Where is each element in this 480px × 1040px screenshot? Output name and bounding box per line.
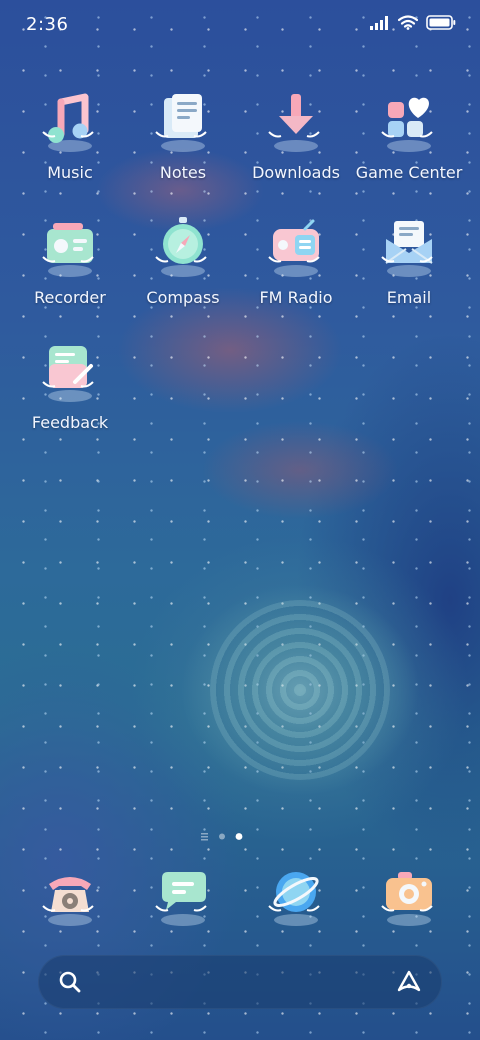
dock: [0, 862, 480, 942]
signal-icon: [370, 15, 390, 34]
dock-messages[interactable]: [127, 862, 239, 932]
page-indicator[interactable]: [0, 830, 480, 844]
app-label: Downloads: [252, 163, 340, 182]
app-label: Email: [386, 288, 432, 307]
dock-browser[interactable]: [240, 862, 352, 932]
status-time: 2:36: [26, 14, 69, 35]
app-downloads[interactable]: Downloads: [240, 88, 352, 182]
browser-icon: [261, 862, 331, 932]
app-label: Compass: [146, 288, 220, 307]
app-email[interactable]: Email: [353, 213, 465, 307]
app-game-center[interactable]: Game Center: [353, 88, 465, 182]
search-icon[interactable]: [58, 970, 82, 998]
phone-icon: [35, 862, 105, 932]
dock-camera[interactable]: [353, 862, 465, 932]
app-fm-radio[interactable]: FM Radio: [240, 213, 352, 307]
status-bar: 2:36: [0, 0, 480, 52]
app-notes[interactable]: Notes: [127, 88, 239, 182]
music-icon: [35, 88, 105, 158]
messages-icon: [148, 862, 218, 932]
app-feedback[interactable]: Feedback: [14, 338, 126, 432]
app-label: Music: [47, 163, 93, 182]
app-label: Feedback: [31, 413, 109, 432]
status-icons: [370, 15, 456, 34]
feedback-icon: [35, 338, 105, 408]
app-label: Recorder: [34, 288, 106, 307]
app-label: FM Radio: [259, 288, 333, 307]
wifi-icon: [397, 15, 419, 34]
recorder-icon: [35, 213, 105, 283]
search-bar[interactable]: [38, 955, 442, 1009]
page-dot-1: [219, 833, 225, 840]
app-compass[interactable]: Compass: [127, 213, 239, 307]
assistant-icon[interactable]: [396, 969, 422, 999]
app-label: Game Center: [355, 163, 463, 182]
page-list-icon: [201, 833, 208, 841]
app-music[interactable]: Music: [14, 88, 126, 182]
camera-icon: [374, 862, 444, 932]
fm-radio-icon: [261, 213, 331, 283]
app-recorder[interactable]: Recorder: [14, 213, 126, 307]
notes-icon: [148, 88, 218, 158]
app-label: Notes: [159, 163, 207, 182]
downloads-icon: [261, 88, 331, 158]
page-dot-2-current: [235, 833, 243, 840]
email-icon: [374, 213, 444, 283]
wallpaper-swirl: [210, 600, 390, 780]
dock-phone[interactable]: [14, 862, 126, 932]
game-center-icon: [374, 88, 444, 158]
compass-icon: [148, 213, 218, 283]
battery-icon: [426, 15, 456, 34]
